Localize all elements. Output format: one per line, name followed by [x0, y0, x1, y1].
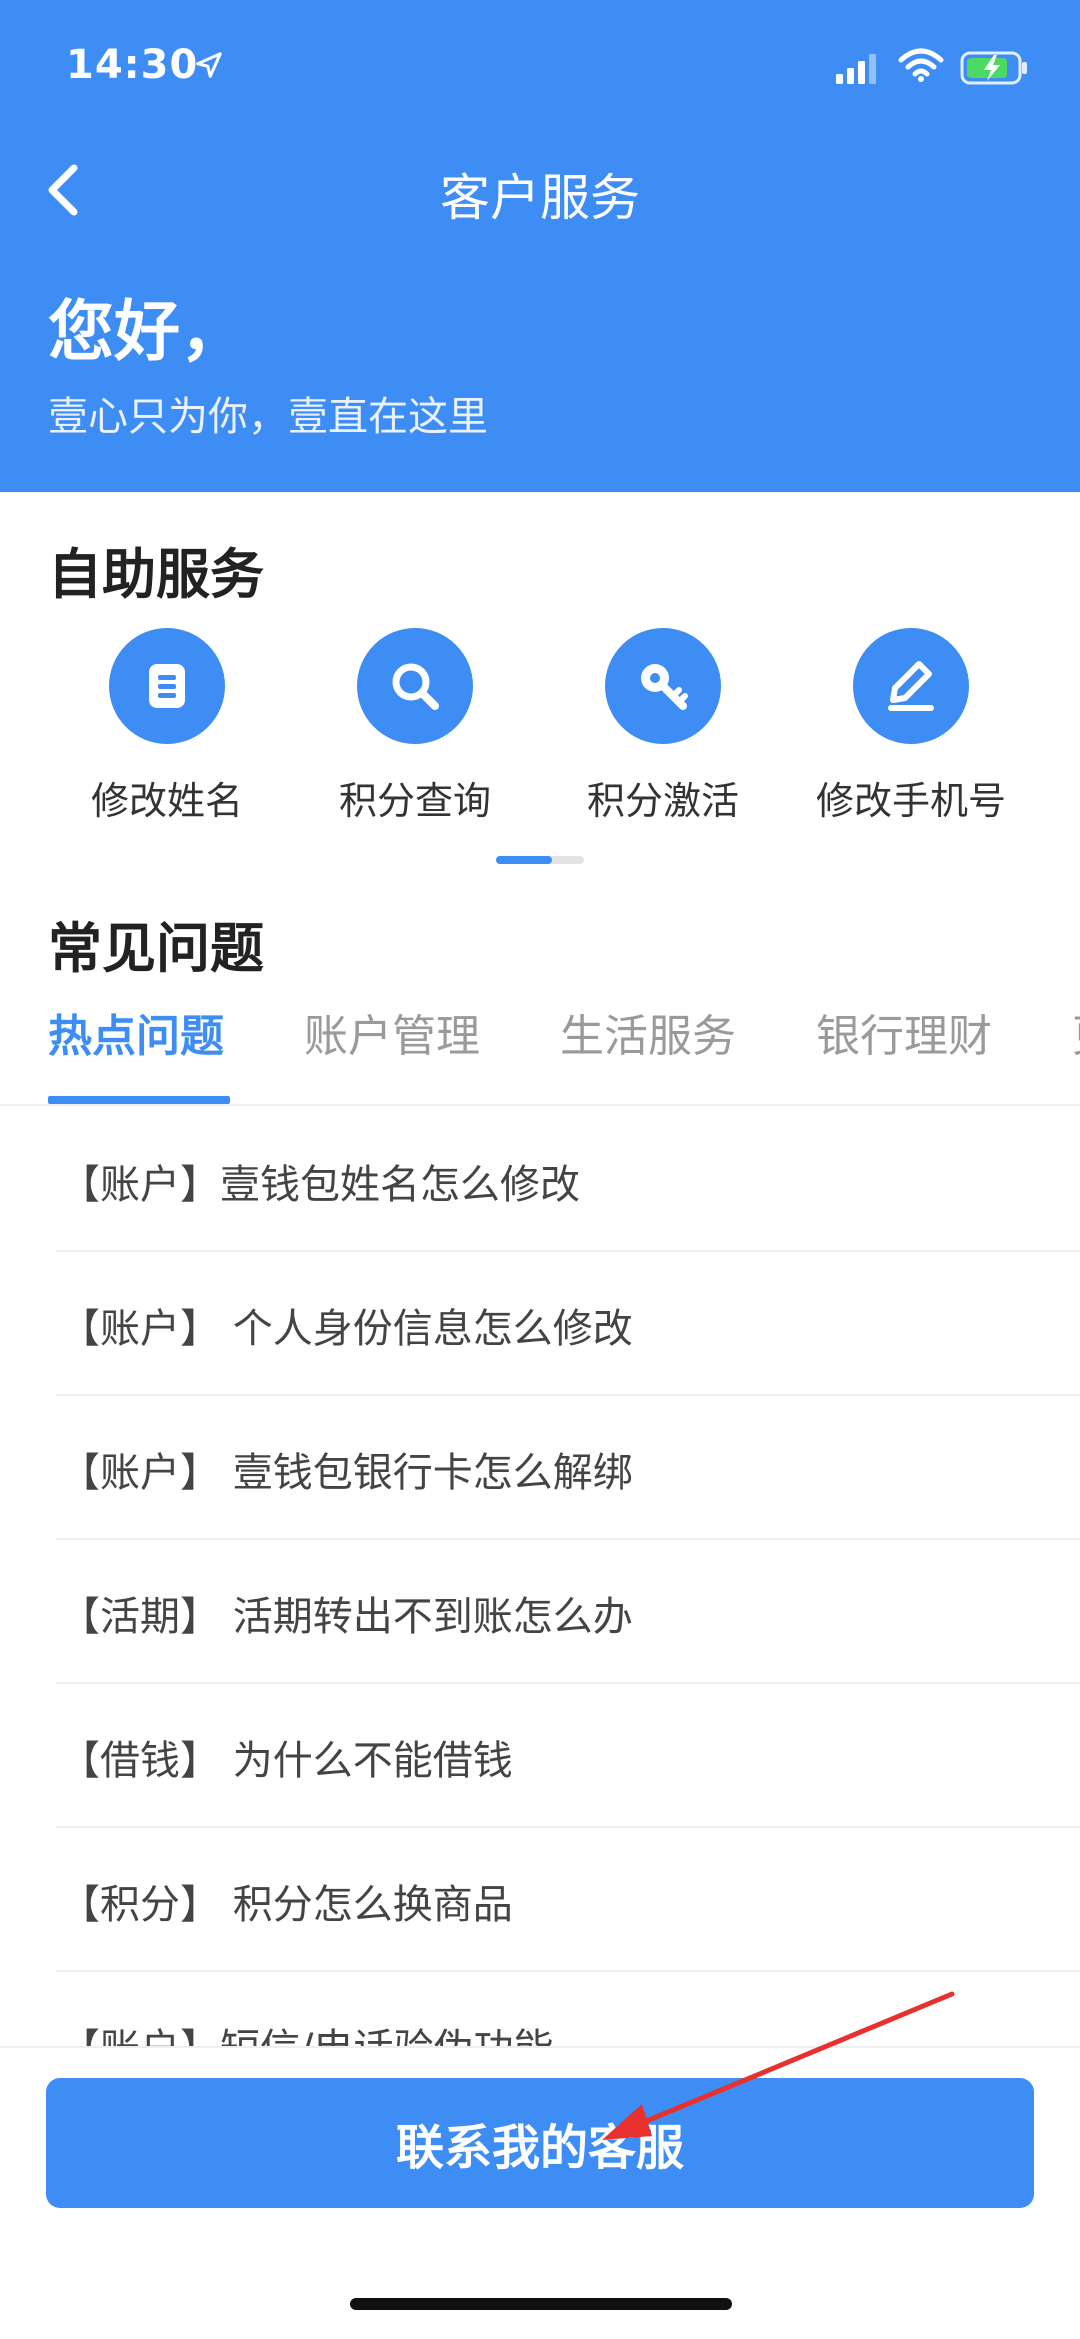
self-service-grid: 修改姓名 积分查询 积分激活 修改手机号 [0, 628, 1080, 828]
service-label: 修改手机号 [815, 779, 1006, 823]
edit-icon [888, 661, 934, 711]
battery-charging-icon [960, 51, 1027, 85]
tab-account-management[interactable]: 账户管理 [304, 1000, 480, 1064]
page-indicator [496, 856, 584, 864]
tab-bank-finance[interactable]: 银行理财 [816, 1000, 992, 1064]
document-icon [149, 664, 185, 708]
home-indicator [350, 2298, 732, 2310]
self-service-title: 自助服务 [48, 543, 264, 606]
page-title: 客户服务 [440, 169, 640, 227]
faq-list: 【账户】壹钱包姓名怎么修改 【账户】 个人身份信息怎么修改 【账户】 壹钱包银行… [0, 1106, 1080, 2046]
service-label: 积分查询 [338, 779, 491, 823]
faq-question: 【账户】壹钱包姓名怎么修改 [60, 1162, 580, 1208]
faq-question: 【账户】短信/电话验伪功能 [60, 2016, 553, 2046]
faq-title: 常见问题 [48, 917, 264, 980]
faq-list-item[interactable]: 【账户】 个人身份信息怎么修改 [56, 1250, 1080, 1396]
tab-more[interactable]: 更 [1072, 1000, 1080, 1064]
greeting-heading: 您好， [48, 293, 246, 370]
faq-question: 【账户】 个人身份信息怎么修改 [60, 1306, 633, 1352]
greeting-subtitle: 壹心只为你，壹直在这里 [48, 394, 488, 440]
service-points-query-button[interactable]: 积分查询 [290, 628, 540, 828]
faq-tabs: 热点问题 账户管理 生活服务 银行理财 更 [0, 1000, 1080, 1106]
location-arrow-icon [196, 52, 222, 78]
status-time: 14:30 [66, 42, 199, 88]
faq-list-item[interactable]: 【活期】 活期转出不到账怎么办 [56, 1538, 1080, 1684]
active-tab-indicator [48, 1096, 230, 1104]
cellular-signal-icon [836, 54, 876, 84]
faq-list-item[interactable]: 【借钱】 为什么不能借钱 [56, 1682, 1080, 1828]
tab-hot-questions[interactable]: 热点问题 [48, 1000, 224, 1064]
faq-list-item[interactable]: 【积分】 积分怎么换商品 [56, 1826, 1080, 1972]
faq-question: 【账户】 壹钱包银行卡怎么解绑 [60, 1450, 633, 1496]
search-icon [392, 663, 439, 710]
service-change-phone-button[interactable]: 修改手机号 [786, 628, 1036, 828]
key-icon [641, 664, 688, 710]
faq-list-item[interactable]: 【账户】壹钱包姓名怎么修改 [56, 1106, 1080, 1252]
service-points-activate-button[interactable]: 积分激活 [538, 628, 788, 828]
wifi-icon [898, 48, 944, 82]
service-label: 积分激活 [586, 779, 739, 823]
tab-life-services[interactable]: 生活服务 [560, 1000, 736, 1064]
faq-question: 【借钱】 为什么不能借钱 [60, 1738, 513, 1784]
faq-list-item[interactable]: 【账户】 壹钱包银行卡怎么解绑 [56, 1394, 1080, 1540]
annotation-arrow-icon [602, 1991, 955, 2140]
service-label: 修改姓名 [90, 779, 243, 823]
service-change-name-button[interactable]: 修改姓名 [42, 628, 292, 828]
header: 14:30 客户服务 您好， 壹心只为你，壹直在这里 [0, 0, 1080, 492]
faq-question: 【活期】 活期转出不到账怎么办 [60, 1594, 633, 1640]
faq-question: 【积分】 积分怎么换商品 [60, 1882, 513, 1928]
